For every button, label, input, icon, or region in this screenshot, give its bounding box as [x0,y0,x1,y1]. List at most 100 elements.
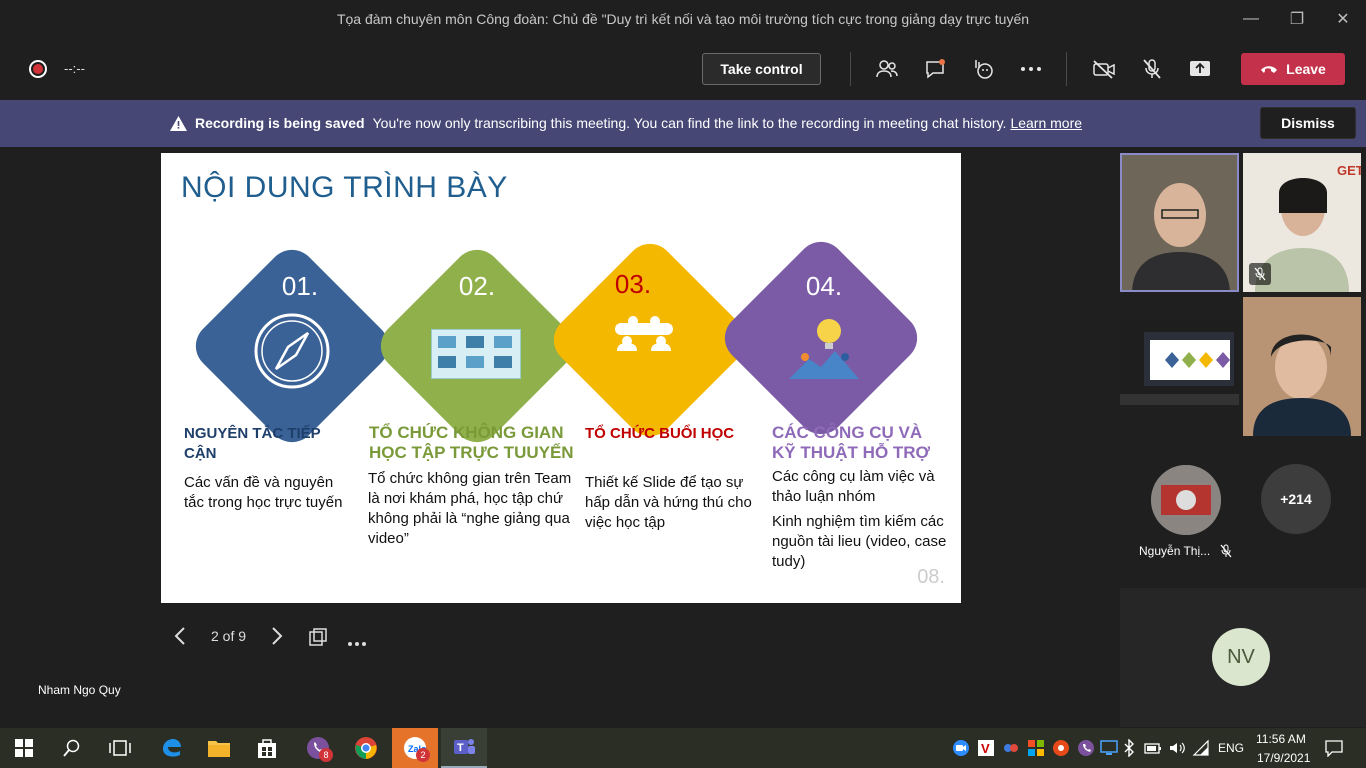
leave-button[interactable]: Leave [1241,53,1345,85]
edge-icon[interactable] [148,728,194,768]
clock-date[interactable]: 17/9/2021 [1257,751,1310,765]
tray-monitor-icon[interactable] [1100,739,1118,760]
tray-v-icon[interactable]: V [977,739,995,760]
item-heading-4: CÁC CÔNG CỤ VÀ KỸ THUẬT HỖ TRỢ [772,423,931,462]
tray-network-app-icon[interactable] [1002,739,1020,760]
mic-off-icon [1220,544,1232,558]
toolbar-divider [1066,52,1067,86]
item-number-2: 02. [458,271,496,301]
maximize-button[interactable]: ❐ [1274,0,1320,38]
next-slide-button[interactable] [271,626,283,649]
presentation-slide: NỘI DUNG TRÌNH BÀY 01. 02. 03. 04. NGUYÊ… [161,153,961,603]
banner-title: Recording is being saved [195,115,365,131]
participant-video [1122,155,1237,290]
more-participants-button[interactable]: +214 [1261,464,1331,534]
participant-video-tile[interactable] [1243,297,1361,436]
more-options-icon[interactable] [1015,54,1047,84]
item-text-2: Tổ chức không gian trên Team là nơi khám… [368,470,572,547]
battery-icon[interactable] [1144,739,1162,760]
share-screen-icon[interactable] [1184,54,1216,84]
prev-slide-button[interactable] [174,626,186,649]
tray-viber-icon[interactable] [1077,739,1095,760]
svg-text:V: V [981,741,990,756]
recording-banner: Recording is being saved You're now only… [0,100,1366,147]
chevron-right-icon [272,627,283,645]
item-number-4: 04. [805,271,843,301]
phone-hangup-icon [1261,66,1278,73]
participant-video-tile[interactable]: GET [1243,153,1361,292]
mic-off-icon[interactable] [1136,54,1168,84]
take-control-button[interactable]: Take control [702,53,821,85]
compass-icon [254,313,330,389]
window-title-bar: Tọa đàm chuyên môn Công đoàn: Chủ đề "Du… [0,0,1366,38]
store-icon[interactable] [244,728,290,768]
svg-text:GET: GET [1337,163,1361,178]
learn-more-link[interactable]: Learn more [1010,115,1082,131]
tray-zoom-icon[interactable] [952,739,970,760]
dismiss-button[interactable]: Dismiss [1260,107,1356,139]
chevron-left-icon [174,627,185,645]
recording-icon [29,60,47,78]
slide-grid-button[interactable] [308,627,328,650]
chrome-icon[interactable] [343,728,389,768]
search-icon[interactable] [49,728,95,768]
grid-icon [309,628,327,646]
warning-icon [170,115,187,131]
clock-time[interactable]: 11:56 AM [1256,732,1306,746]
input-language[interactable]: ENG [1218,741,1244,755]
participant-video [1243,297,1361,436]
participant-avatar[interactable] [1151,465,1221,535]
tray-office-icon[interactable] [1027,739,1045,760]
mic-off-icon [1249,263,1271,285]
meeting-timer: --:-- [64,61,85,76]
presenter-name: Nham Ngo Quy [38,683,121,697]
item-heading-2: TỔ CHỨC KHÔNG GIAN HỌC TẬP TRỰC TUUYẾN [369,423,574,462]
windows-start-icon[interactable] [1,728,47,768]
zalo-icon[interactable]: Zalo 2 [392,728,438,768]
volume-icon[interactable] [1168,739,1186,760]
zalo-badge: 2 [416,748,430,762]
tray-app-icon[interactable] [1052,739,1070,760]
slide-title: NỘI DUNG TRÌNH BÀY [181,171,508,204]
participant-name: Nguyễn Thị... [1139,544,1211,558]
file-explorer-icon[interactable] [196,728,242,768]
more-icon [348,642,366,646]
item-text-4b: Kinh nghiệm tìm kiếm các nguồn tài lieu … [772,513,947,570]
people-icon[interactable] [871,54,903,84]
viber-icon[interactable]: 8 [295,728,341,768]
item-heading-3: TỔ CHỨC BUỔI HỌC [585,425,735,442]
bluetooth-icon[interactable] [1122,738,1136,760]
slide-counter: 2 of 9 [211,628,247,644]
lightbulb-teamwork-icon [789,319,859,379]
task-view-icon[interactable] [97,728,143,768]
action-center-icon[interactable] [1325,739,1343,760]
svg-text:T: T [457,742,464,754]
participant-initials-avatar[interactable]: NV [1212,628,1270,686]
learning-space-image [431,329,521,379]
reactions-icon[interactable] [967,54,999,84]
item-heading-1: NGUYÊN TẮC TIẾP CẬN [184,425,321,462]
teams-icon[interactable]: T [441,728,487,768]
leave-label: Leave [1286,61,1326,77]
item-number-3: 03. [614,269,652,299]
camera-off-icon[interactable] [1088,54,1120,84]
item-number-1: 01. [281,271,319,301]
slide-more-button[interactable] [347,634,367,650]
banner-message: You're now only transcribing this meetin… [372,115,1007,131]
window-title: Tọa đàm chuyên môn Công đoàn: Chủ đề "Du… [336,11,1030,27]
viber-badge: 8 [319,748,333,762]
network-icon[interactable] [1192,739,1210,760]
shared-screen-thumbnail[interactable] [1120,320,1239,405]
toolbar-divider [850,52,851,86]
item-text-3: Thiết kế Slide để tạo sự hấp dẫn và hứng… [585,474,752,531]
minimize-button[interactable]: — [1228,0,1274,38]
screen-thumbnail [1120,320,1239,405]
window-controls: — ❐ ✕ [1228,0,1366,38]
close-button[interactable]: ✕ [1320,0,1366,38]
item-text-1: Các vấn đề và nguyên tắc trong học trực … [184,474,343,511]
participant-video-tile[interactable] [1120,153,1239,292]
item-text-4: Các công cụ làm việc và thảo luận nhóm [772,468,935,505]
chat-icon[interactable] [919,54,951,84]
meeting-group-icon [615,316,673,351]
slide-page-number: 08. [917,566,945,588]
